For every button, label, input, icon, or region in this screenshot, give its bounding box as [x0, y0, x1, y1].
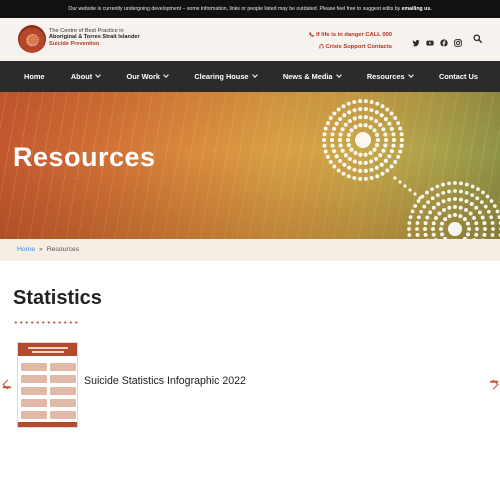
thumbnail-footer [18, 422, 77, 427]
nav-item-label: Contact Us [438, 72, 478, 81]
title-dot-divider [13, 180, 79, 183]
nav-item-label: News & Media [282, 72, 333, 81]
nav-item-home[interactable]: Home [24, 72, 45, 81]
nav-item-clearing-house[interactable]: Clearing House [194, 72, 258, 81]
emergency-call-text: If life is in danger CALL 000 [316, 32, 392, 38]
logo-text: The Centre of Best Practice in Aborigina… [49, 28, 140, 47]
thumbnail-block [50, 363, 76, 371]
breadcrumb-current: Resources [46, 246, 80, 253]
logo-line-2: Aboriginal & Torres Strait Islander [49, 34, 140, 41]
notice-bar: Our website is currently undergoing deve… [0, 0, 500, 18]
thumbnail-block [21, 387, 47, 395]
crisis-contacts-text: Crisis Support Contacts [325, 44, 392, 50]
hero-banner: Resources [0, 92, 500, 239]
nav-item-label: About [70, 72, 93, 81]
nav-item-our-work[interactable]: Our Work [126, 72, 169, 81]
resource-title-link[interactable]: Suicide Statistics Infographic 2022 [84, 375, 246, 387]
logo-line-3: Suicide Prevention [49, 40, 100, 47]
nav-item-label: Clearing House [194, 72, 249, 81]
nav-item-resources[interactable]: Resources [366, 72, 414, 81]
site-header: The Centre of Best Practice in Aborigina… [0, 18, 500, 61]
facebook-icon[interactable] [440, 34, 448, 47]
logo-emblem-icon [18, 25, 46, 53]
thumbnail-block [21, 399, 47, 407]
chevron-down-icon [335, 72, 342, 78]
search-icon[interactable] [473, 34, 482, 43]
site-logo[interactable]: The Centre of Best Practice in Aborigina… [18, 25, 140, 55]
youtube-icon[interactable] [426, 34, 434, 46]
nav-item-about[interactable]: About [70, 72, 102, 81]
thumbnail-block [50, 387, 76, 395]
breadcrumb: Home » Resources [0, 239, 500, 261]
instagram-icon[interactable] [454, 34, 462, 47]
section-title: Statistics [13, 287, 102, 309]
nav-item-label: Resources [366, 72, 405, 81]
nav-item-label: Home [24, 72, 45, 81]
arrow-right-icon[interactable] [488, 379, 499, 390]
arrow-left-icon[interactable] [2, 379, 13, 390]
headset-icon [319, 44, 324, 49]
nav-list: Home About Our Work Clearing House News … [0, 61, 500, 92]
chevron-down-icon [251, 72, 258, 78]
thumbnail-block [21, 411, 47, 419]
twitter-icon[interactable] [412, 34, 420, 47]
phone-icon [309, 32, 314, 37]
chevron-down-icon [407, 72, 414, 78]
page-title: Resources [13, 142, 156, 172]
crisis-contacts-link[interactable]: Crisis Support Contacts [309, 41, 392, 53]
resource-thumbnail[interactable] [17, 342, 78, 428]
nav-item-news-media[interactable]: News & Media [282, 72, 342, 81]
notice-email-link[interactable]: emailing us. [402, 6, 432, 12]
breadcrumb-home-link[interactable]: Home [17, 246, 35, 253]
page: Our website is currently undergoing deve… [0, 0, 500, 500]
thumbnail-block [50, 375, 76, 383]
notice-text: Our website is currently undergoing deve… [68, 6, 402, 12]
dot-art-circles-icon [322, 99, 500, 239]
chevron-down-icon [95, 72, 102, 78]
chevron-down-icon [163, 72, 169, 78]
emergency-call-link[interactable]: If life is in danger CALL 000 [309, 29, 392, 41]
nav-item-label: Our Work [126, 72, 161, 81]
thumbnail-block [50, 411, 76, 419]
nav-item-contact-us[interactable]: Contact Us [439, 72, 478, 81]
section-dot-divider [13, 321, 79, 324]
breadcrumb-separator: » [39, 246, 43, 253]
social-links [412, 34, 462, 47]
main-nav: Home About Our Work Clearing House News … [0, 61, 500, 92]
thumbnail-block [21, 363, 47, 371]
thumbnail-header [18, 343, 77, 356]
header-contacts: If life is in danger CALL 000 Crisis Sup… [309, 29, 392, 53]
thumbnail-block [50, 399, 76, 407]
thumbnail-block [21, 375, 47, 383]
